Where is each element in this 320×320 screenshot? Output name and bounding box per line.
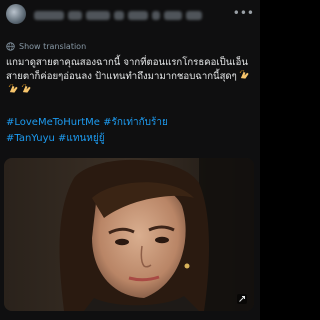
show-translation-label: Show translation bbox=[19, 42, 87, 51]
hashtag-thai-2[interactable]: #แทนหยู่ยู้ bbox=[58, 133, 105, 144]
portrait-photo bbox=[4, 158, 254, 311]
clapping-hands-emoji-3 bbox=[21, 83, 32, 94]
expand-icon[interactable] bbox=[236, 293, 248, 305]
hashtag-thai-1[interactable]: #รักเท่ากับร้าย bbox=[103, 117, 168, 128]
tweet-media-image[interactable] bbox=[4, 158, 254, 311]
clapping-hands-emoji-2 bbox=[8, 83, 19, 94]
user-avatar[interactable] bbox=[6, 4, 26, 24]
hashtag-line-1: #LoveMeToHurtMe #รักเท่ากับร้าย bbox=[6, 115, 250, 131]
tweet-body: แกมาดูสายตาคุณสองฉากนี้ จากที่ตอนแรกโกรธ… bbox=[6, 56, 250, 98]
more-options-icon[interactable]: ••• bbox=[233, 6, 254, 20]
hashtag-line-2: #TanYuyu #แทนหยู่ยู้ bbox=[6, 131, 250, 147]
tweet-text: แกมาดูสายตาคุณสองฉากนี้ จากที่ตอนแรกโกรธ… bbox=[6, 57, 251, 82]
hashtag-list: #LoveMeToHurtMe #รักเท่ากับร้าย #TanYuyu… bbox=[6, 115, 250, 147]
hashtag-lovemetohurtme[interactable]: #LoveMeToHurtMe bbox=[6, 117, 100, 128]
tweet-header: ••• bbox=[0, 0, 260, 34]
show-translation-link[interactable]: Show translation bbox=[6, 42, 86, 51]
hashtag-tanyuyu[interactable]: #TanYuyu bbox=[6, 133, 55, 144]
globe-icon bbox=[6, 42, 15, 51]
blurred-username[interactable] bbox=[34, 9, 204, 21]
clapping-hands-emoji-1 bbox=[239, 69, 250, 80]
tweet-card[interactable]: ••• Show translation แกมาดูสายตาคุณสองฉา… bbox=[0, 0, 260, 320]
